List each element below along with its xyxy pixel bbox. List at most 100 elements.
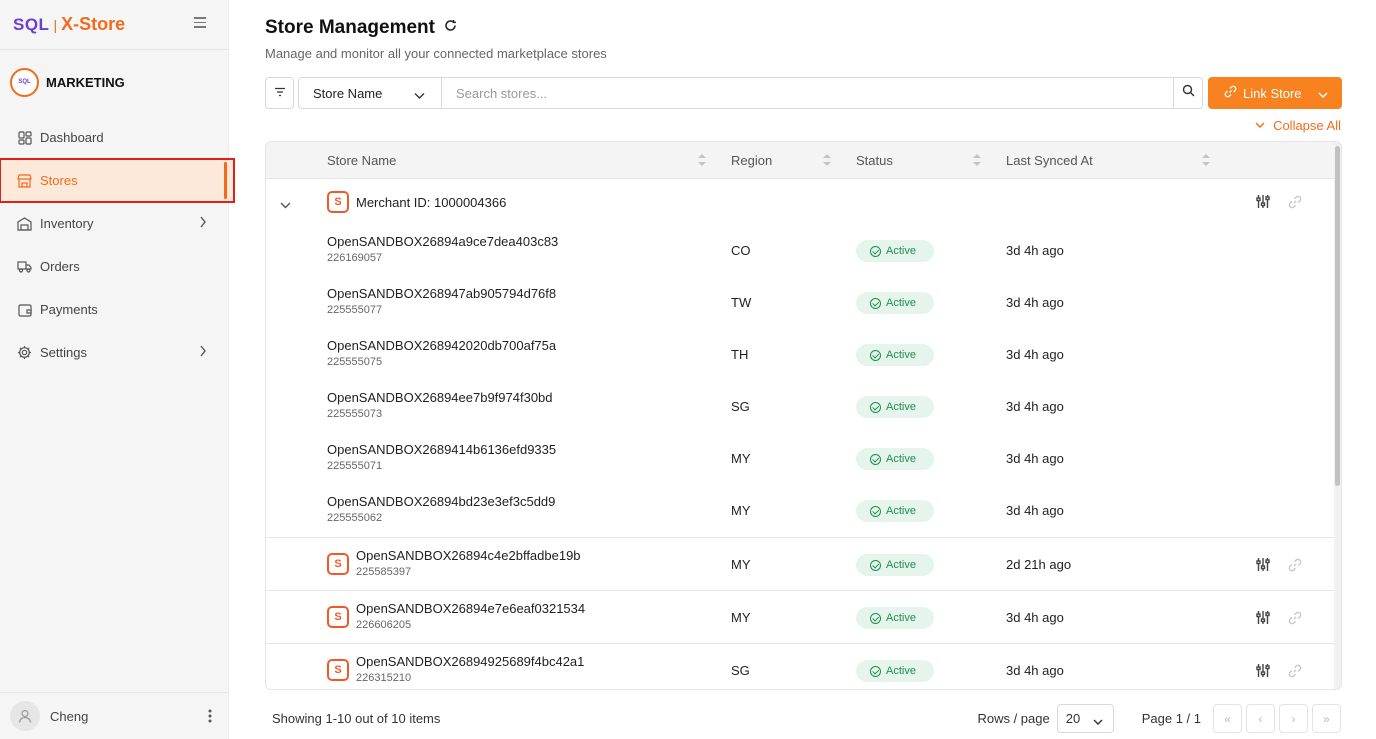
sort-icon[interactable] bbox=[973, 154, 981, 166]
column-header-region[interactable]: Region bbox=[731, 153, 772, 168]
column-header-store-name[interactable]: Store Name bbox=[327, 153, 396, 168]
link-store-label: Link Store bbox=[1243, 85, 1302, 101]
org-switcher[interactable]: SQL MARKETING bbox=[0, 50, 228, 114]
column-header-status[interactable]: Status bbox=[856, 153, 893, 168]
table-row[interactable]: OpenSANDBOX26894ee7b9f974f30bd 225555073 S… bbox=[266, 381, 1336, 433]
page-title: Store Management bbox=[265, 17, 435, 38]
link-icon bbox=[1224, 85, 1237, 101]
last-synced-cell: 3d 4h ago bbox=[1006, 399, 1064, 414]
sidebar-item-stores[interactable]: Stores bbox=[0, 158, 235, 203]
search-button[interactable] bbox=[1174, 77, 1203, 109]
chevron-right-icon bbox=[199, 345, 207, 360]
filter-button[interactable] bbox=[265, 77, 294, 109]
chevrons-left-icon: « bbox=[1224, 711, 1231, 726]
last-synced-cell: 3d 4h ago bbox=[1006, 451, 1064, 466]
stores-table: Store Name Region Status Last Synced At … bbox=[265, 141, 1342, 690]
sidebar-item-label: Orders bbox=[40, 259, 80, 274]
store-name[interactable]: OpenSANDBOX2689414b6136efd9335 bbox=[327, 442, 556, 457]
table-row[interactable]: OpenSANDBOX268947ab905794d76f8 225555077 T… bbox=[266, 277, 1336, 329]
sidebar-item-dashboard[interactable]: Dashboard bbox=[0, 116, 228, 159]
link-icon[interactable] bbox=[1288, 195, 1302, 214]
table-row[interactable]: OpenSANDBOX26894a9ce7dea403c83 226169057 C… bbox=[266, 225, 1336, 277]
region-cell: MY bbox=[731, 503, 751, 518]
collapse-all-label: Collapse All bbox=[1273, 118, 1341, 133]
chevron-down-icon bbox=[414, 88, 425, 103]
last-page-button[interactable]: » bbox=[1312, 704, 1341, 733]
table-row[interactable]: OpenSANDBOX2689414b6136efd9335 225555071 M… bbox=[266, 433, 1336, 485]
store-name[interactable]: OpenSANDBOX26894925689f4bc42a1 bbox=[356, 654, 584, 669]
last-synced-cell: 2d 21h ago bbox=[1006, 557, 1072, 572]
refresh-icon[interactable] bbox=[444, 19, 457, 37]
store-name[interactable]: OpenSANDBOX268942020db700af75a bbox=[327, 338, 556, 353]
sidebar-item-settings[interactable]: Settings bbox=[0, 331, 228, 374]
last-synced-cell: 3d 4h ago bbox=[1006, 663, 1064, 678]
store-id: 225585397 bbox=[356, 566, 412, 578]
sidebar-item-inventory[interactable]: Inventory bbox=[0, 202, 228, 245]
next-page-button[interactable]: › bbox=[1279, 704, 1308, 733]
last-synced-cell: 3d 4h ago bbox=[1006, 295, 1064, 310]
settings-sliders-icon[interactable] bbox=[1256, 557, 1270, 577]
check-circle-icon bbox=[870, 401, 881, 413]
store-name[interactable]: OpenSANDBOX26894a9ce7dea403c83 bbox=[327, 234, 558, 249]
store-name[interactable]: OpenSANDBOX26894bd23e3ef3c5dd9 bbox=[327, 494, 555, 509]
page-info: Page 1 / 1 bbox=[1141, 711, 1201, 726]
sort-icon[interactable] bbox=[698, 154, 706, 166]
sort-icon[interactable] bbox=[1202, 154, 1210, 166]
gear-icon bbox=[17, 345, 32, 360]
table-row[interactable]: S OpenSANDBOX26894c4e2bffadbe19b 225585397… bbox=[266, 537, 1336, 590]
store-cell: OpenSANDBOX26894a9ce7dea403c83 226169057 bbox=[327, 234, 558, 264]
search-field-value: Store Name bbox=[313, 85, 383, 101]
table-row[interactable]: OpenSANDBOX26894bd23e3ef3c5dd9 225555062 M… bbox=[266, 485, 1336, 537]
store-name[interactable]: OpenSANDBOX26894ee7b9f974f30bd bbox=[327, 390, 553, 405]
search-field-select[interactable]: Store Name bbox=[298, 77, 442, 109]
kebab-menu-icon[interactable] bbox=[208, 709, 212, 728]
search-input[interactable] bbox=[442, 77, 1174, 109]
first-page-button[interactable]: « bbox=[1213, 704, 1242, 733]
store-cell: OpenSANDBOX26894bd23e3ef3c5dd9 225555062 bbox=[327, 494, 555, 524]
table-scrollbar[interactable] bbox=[1334, 142, 1341, 689]
brand-xstore: X-Store bbox=[61, 14, 126, 34]
store-name[interactable]: OpenSANDBOX26894c4e2bffadbe19b bbox=[356, 548, 581, 563]
hamburger-menu-icon[interactable] bbox=[194, 17, 206, 29]
store-name[interactable]: OpenSANDBOX26894e7e6eaf0321534 bbox=[356, 601, 585, 616]
scrollbar-thumb[interactable] bbox=[1335, 146, 1340, 486]
column-header-last-synced[interactable]: Last Synced At bbox=[1006, 153, 1093, 168]
merchant-id: Merchant ID: 1000004366 bbox=[356, 195, 507, 210]
check-circle-icon bbox=[870, 453, 881, 465]
merchant-group-row[interactable]: S Merchant ID: 1000004366 bbox=[266, 179, 1336, 225]
table-row[interactable]: OpenSANDBOX268942020db700af75a 225555075 T… bbox=[266, 329, 1336, 381]
shopee-icon: S bbox=[327, 191, 349, 213]
link-icon[interactable] bbox=[1288, 664, 1302, 683]
settings-sliders-icon[interactable] bbox=[1256, 663, 1270, 683]
status-text: Active bbox=[886, 297, 916, 309]
org-name: MARKETING bbox=[46, 74, 125, 90]
table-row[interactable]: S OpenSANDBOX26894e7e6eaf0321534 226606205… bbox=[266, 590, 1336, 643]
check-circle-icon bbox=[870, 505, 881, 517]
page-header: Store Management bbox=[265, 17, 457, 39]
collapse-all-button[interactable]: Collapse All bbox=[1255, 118, 1341, 133]
chevron-down-icon[interactable] bbox=[280, 196, 291, 214]
chevron-down-icon bbox=[1093, 714, 1103, 729]
link-icon[interactable] bbox=[1288, 558, 1302, 577]
region-cell: MY bbox=[731, 451, 751, 466]
link-icon[interactable] bbox=[1288, 611, 1302, 630]
status-badge: Active bbox=[856, 396, 934, 418]
sidebar-item-orders[interactable]: Orders bbox=[0, 245, 228, 288]
shopee-icon: S bbox=[327, 659, 349, 681]
store-id: 225555077 bbox=[327, 304, 383, 316]
settings-sliders-icon[interactable] bbox=[1256, 610, 1270, 630]
prev-page-button[interactable]: ‹ bbox=[1246, 704, 1275, 733]
store-id: 225555062 bbox=[327, 512, 383, 524]
sidebar-item-payments[interactable]: Payments bbox=[0, 288, 228, 331]
settings-sliders-icon[interactable] bbox=[1256, 194, 1270, 214]
toolbar: Store Name Link Store bbox=[265, 77, 1342, 109]
table-row[interactable]: S OpenSANDBOX26894925689f4bc42a1 226315210… bbox=[266, 643, 1336, 689]
rows-per-page-select[interactable]: 20 bbox=[1056, 704, 1114, 733]
status-text: Active bbox=[886, 505, 916, 517]
chevron-down-icon bbox=[1318, 87, 1328, 102]
sort-icon[interactable] bbox=[823, 154, 831, 166]
store-name[interactable]: OpenSANDBOX268947ab905794d76f8 bbox=[327, 286, 556, 301]
user-profile[interactable]: Cheng bbox=[0, 692, 229, 739]
link-store-button[interactable]: Link Store bbox=[1208, 77, 1342, 109]
store-cell: OpenSANDBOX26894e7e6eaf0321534 226606205 bbox=[356, 601, 585, 631]
